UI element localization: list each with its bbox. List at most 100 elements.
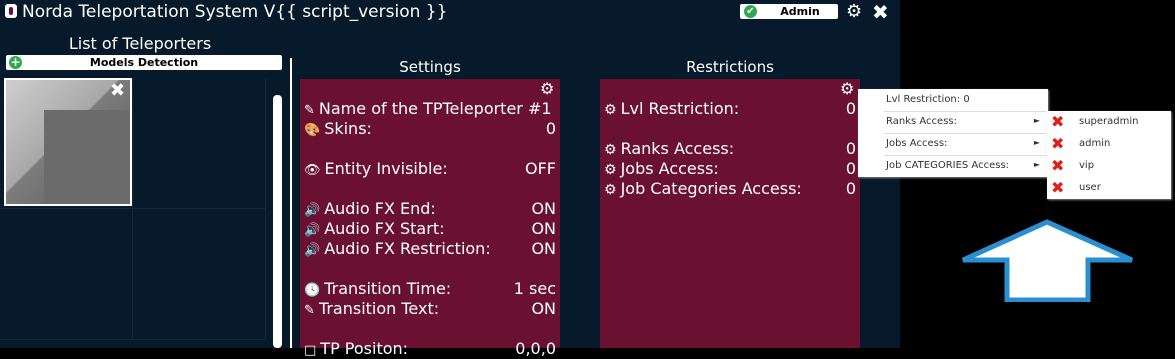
restriction-row-value: 0 <box>845 179 856 198</box>
gear-icon: ⚙ <box>604 182 617 198</box>
settings-row-value: ON <box>531 239 556 258</box>
context-menu-item[interactable]: Lvl Restriction: 0 <box>858 89 1048 111</box>
restriction-row[interactable]: ⚙ Ranks Access: 0 <box>604 139 856 159</box>
palette-icon: 🎨 <box>304 123 321 138</box>
role-badge-label: Admin <box>780 5 820 18</box>
rank-option[interactable]: ✖ vip <box>1047 155 1171 177</box>
clock-icon: 🕓 <box>304 283 321 298</box>
settings-row-text: Transition Time: <box>324 279 452 298</box>
settings-row-text: Audio FX End: <box>324 199 436 218</box>
context-menu-item[interactable]: Ranks Access: ► <box>858 111 1048 133</box>
teleporter-window: Norda Teleportation System V{{ script_ve… <box>0 0 900 358</box>
models-detection-label: Models Detection <box>89 56 199 69</box>
settings-row-value: 1 sec <box>513 279 556 298</box>
settings-row-label: ✎ Name of the TPTeleporter #1 <box>304 99 552 118</box>
speaker-icon: 🔊 <box>304 223 321 238</box>
settings-row-label: ✎ Transition Text: <box>304 299 439 318</box>
rank-option[interactable]: ✖ user <box>1047 177 1171 199</box>
settings-row[interactable]: 🔊 Audio FX End: ON <box>304 199 556 219</box>
settings-row[interactable]: 🎨 Skins: 0 <box>304 119 556 139</box>
settings-row-value: 0 <box>545 119 556 138</box>
settings-row-label: 🕓 Transition Time: <box>304 279 451 298</box>
settings-title: Settings <box>399 58 461 76</box>
context-menu-item[interactable]: Job CATEGORIES Access: ► <box>858 155 1048 177</box>
settings-row-value: ON <box>531 299 556 318</box>
rank-option-label: user <box>1079 182 1101 193</box>
gear-icon[interactable]: ⚙ <box>846 1 862 22</box>
rank-option-label: admin <box>1079 138 1111 149</box>
restriction-row-text: Jobs Access: <box>620 159 719 178</box>
panel-divider <box>290 58 292 348</box>
context-menu-item-label: Job CATEGORIES Access: <box>886 160 1010 171</box>
eye-icon: 👁 <box>304 163 321 178</box>
speaker-icon: 🔊 <box>304 203 321 218</box>
restriction-row-value: 0 <box>845 139 856 158</box>
settings-row[interactable]: □ TP Positon: 0,0,0 <box>304 339 556 359</box>
settings-row-text: TP Positon: <box>320 339 409 358</box>
models-detection-button[interactable]: + Models Detection <box>6 55 282 70</box>
restriction-row[interactable]: ⚙ Job Categories Access: 0 <box>604 179 856 199</box>
restriction-row-text: Lvl Restriction: <box>620 99 740 118</box>
settings-row-value: ON <box>531 219 556 238</box>
x-icon: ✖ <box>1051 178 1065 197</box>
restriction-row-label: ⚙ Lvl Restriction: <box>604 99 739 118</box>
settings-row-label: 🔊 Audio FX End: <box>304 199 436 218</box>
settings-row-text: Audio FX Restriction: <box>324 239 491 258</box>
rank-option-label: vip <box>1079 160 1095 171</box>
context-menu-item-label: Ranks Access: <box>886 116 957 127</box>
gear-icon[interactable]: ⚙ <box>840 79 854 98</box>
gear-icon: ⚙ <box>604 102 617 118</box>
role-badge[interactable]: ✔ Admin <box>740 4 838 19</box>
restriction-row[interactable]: ⚙ Lvl Restriction: 0 <box>604 99 856 119</box>
settings-row-label: 👁 Entity Invisible: <box>304 159 448 178</box>
restriction-row-label: ⚙ Ranks Access: <box>604 139 734 158</box>
context-menu-item-label: Lvl Restriction: 0 <box>886 94 970 105</box>
settings-row[interactable]: 🔊 Audio FX Start: ON <box>304 219 556 239</box>
settings-row-label: 🔊 Audio FX Start: <box>304 219 444 238</box>
menu-separator <box>884 133 1046 134</box>
rank-option[interactable]: ✖ superadmin <box>1047 111 1171 133</box>
x-icon: ✖ <box>1051 134 1065 153</box>
settings-row-text: Entity Invisible: <box>324 159 448 178</box>
submenu-arrow-icon: ► <box>1033 138 1040 147</box>
close-icon[interactable]: ✖ <box>110 80 125 101</box>
check-icon: ✔ <box>744 5 757 18</box>
restriction-row-value: 0 <box>845 159 856 178</box>
settings-row[interactable]: 👁 Entity Invisible: OFF <box>304 159 556 179</box>
restrictions-panel: ⚙ ⚙ Lvl Restriction: 0 ⚙ Ranks Access: 0 ⚙ Jobs… <box>600 79 860 348</box>
restriction-row-label: ⚙ Job Categories Access: <box>604 179 802 198</box>
gear-icon: ⚙ <box>604 162 617 178</box>
menu-separator <box>884 111 1046 112</box>
restrictions-context-menu: Lvl Restriction: 0 Ranks Access: ► Jobs Acc… <box>858 89 1048 177</box>
x-icon: ✖ <box>1051 112 1065 131</box>
gear-icon[interactable]: ⚙ <box>540 79 554 98</box>
rank-option[interactable]: ✖ admin <box>1047 133 1171 155</box>
context-menu-item-label: Jobs Access: <box>886 138 948 149</box>
settings-row[interactable]: 🕓 Transition Time: 1 sec <box>304 279 556 299</box>
settings-row-label: 🔊 Audio FX Restriction: <box>304 239 491 258</box>
grid-cell <box>133 209 266 340</box>
x-icon: ✖ <box>1051 156 1065 175</box>
settings-row-text: Skins: <box>324 119 372 138</box>
settings-panel: ⚙ ✎ Name of the TPTeleporter #1 🎨 Skins: 0 👁 E… <box>300 79 560 358</box>
list-scrollbar[interactable] <box>273 95 282 348</box>
restriction-row[interactable]: ⚙ Jobs Access: 0 <box>604 159 856 179</box>
settings-row[interactable]: ✎ Name of the TPTeleporter #1 <box>304 99 556 119</box>
settings-row-label: 🎨 Skins: <box>304 119 372 138</box>
submenu-arrow-icon: ► <box>1033 116 1040 125</box>
settings-row-value: OFF <box>525 159 556 178</box>
settings-row-label: □ TP Positon: <box>304 339 408 358</box>
submenu-arrow-icon: ► <box>1033 160 1040 169</box>
context-menu-item[interactable]: Jobs Access: ► <box>858 133 1048 155</box>
rank-option-label: superadmin <box>1079 116 1139 127</box>
grid-cell <box>133 78 266 209</box>
settings-row[interactable]: ✎ Transition Text: ON <box>304 299 556 319</box>
square-icon: □ <box>304 343 317 358</box>
settings-row-text: Transition Text: <box>318 299 440 318</box>
close-icon[interactable]: ✖ <box>872 0 889 24</box>
restriction-row-value: 0 <box>845 99 856 118</box>
restriction-row-text: Job Categories Access: <box>620 179 802 198</box>
restrictions-title: Restrictions <box>686 58 774 76</box>
settings-row-value: ON <box>531 199 556 218</box>
settings-row[interactable]: 🔊 Audio FX Restriction: ON <box>304 239 556 259</box>
